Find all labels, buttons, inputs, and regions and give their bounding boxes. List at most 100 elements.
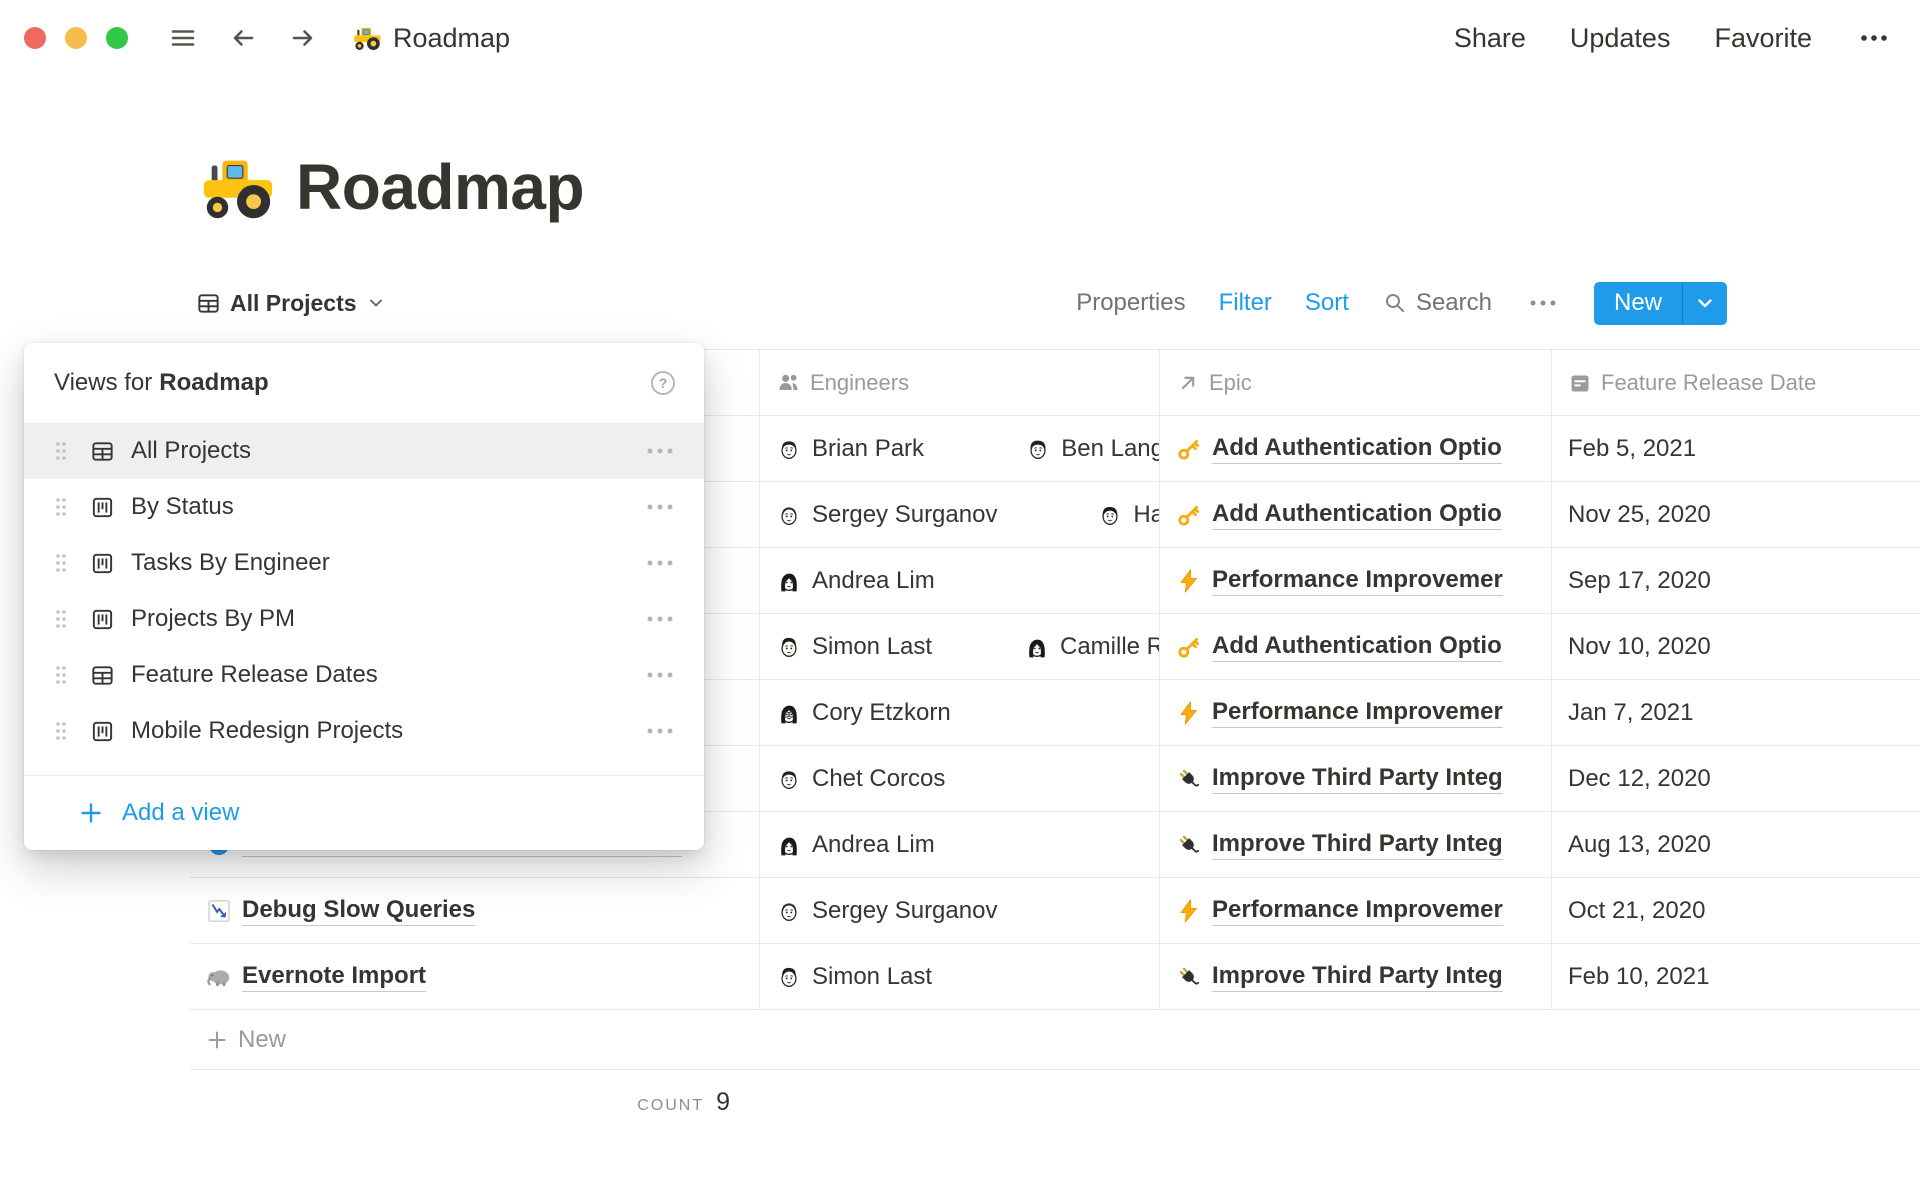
back-icon[interactable]: [228, 23, 258, 53]
view-item-mobile-redesign-projects[interactable]: Mobile Redesign Projects: [24, 703, 704, 759]
minimize-window-button[interactable]: [65, 27, 87, 49]
page-tractor-icon[interactable]: [198, 148, 276, 226]
view-item-more-icon[interactable]: [642, 719, 678, 743]
drag-handle-icon[interactable]: [54, 440, 68, 462]
filter-button[interactable]: Filter: [1219, 289, 1272, 317]
page-link[interactable]: Evernote Import: [242, 962, 426, 992]
topbar-doc-breadcrumb[interactable]: Roadmap: [352, 23, 510, 54]
date-cell[interactable]: Aug 13, 2020: [1552, 812, 1920, 878]
epic-icon: [1176, 898, 1202, 924]
view-item-feature-release-dates[interactable]: Feature Release Dates: [24, 647, 704, 703]
search-label: Search: [1416, 289, 1492, 317]
date-cell[interactable]: Sep 17, 2020: [1552, 548, 1920, 614]
view-item-more-icon[interactable]: [642, 495, 678, 519]
epic-link[interactable]: Add Authentication Optio: [1212, 500, 1502, 530]
new-button[interactable]: New: [1594, 282, 1682, 325]
chevron-down-icon: [366, 293, 386, 313]
epic-cell[interactable]: Performance Improvemer: [1160, 878, 1552, 944]
page-title[interactable]: Roadmap: [296, 150, 584, 224]
epic-link[interactable]: Improve Third Party Integ: [1212, 764, 1503, 794]
epic-cell[interactable]: Improve Third Party Integ: [1160, 746, 1552, 812]
view-item-more-icon[interactable]: [642, 663, 678, 687]
toolbar-more-icon[interactable]: [1525, 291, 1561, 315]
date-value: Nov 25, 2020: [1568, 501, 1711, 529]
engineers-cell[interactable]: Simon Last Camille R: [760, 614, 1160, 680]
drag-handle-icon[interactable]: [54, 496, 68, 518]
engineers-cell[interactable]: Brian Park Ben Lang: [760, 416, 1160, 482]
date-cell[interactable]: Nov 25, 2020: [1552, 482, 1920, 548]
epic-cell[interactable]: Improve Third Party Integ: [1160, 944, 1552, 1010]
drag-handle-icon[interactable]: [54, 552, 68, 574]
drag-handle-icon[interactable]: [54, 664, 68, 686]
add-row-button[interactable]: New: [190, 1010, 1920, 1070]
epic-link[interactable]: Performance Improvemer: [1212, 698, 1503, 728]
epic-link[interactable]: Improve Third Party Integ: [1212, 830, 1503, 860]
epic-link[interactable]: Add Authentication Optio: [1212, 632, 1502, 662]
new-button-chevron[interactable]: [1683, 282, 1727, 325]
date-cell[interactable]: Feb 5, 2021: [1552, 416, 1920, 482]
properties-button[interactable]: Properties: [1076, 289, 1185, 317]
add-view-button[interactable]: Add a view: [24, 776, 704, 850]
drag-handle-icon[interactable]: [54, 720, 68, 742]
drag-handle-icon[interactable]: [54, 608, 68, 630]
page-link[interactable]: Debug Slow Queries: [242, 896, 475, 926]
view-selector-label: All Projects: [230, 290, 357, 317]
share-button[interactable]: Share: [1454, 23, 1526, 54]
engineer: Sergey Surganov: [776, 897, 997, 925]
name-cell[interactable]: Evernote Import: [190, 944, 760, 1010]
date-cell[interactable]: Feb 10, 2021: [1552, 944, 1920, 1010]
engineers-cell[interactable]: Chet Corcos: [760, 746, 1160, 812]
epic-link[interactable]: Performance Improvemer: [1212, 896, 1503, 926]
epic-cell[interactable]: Add Authentication Optio: [1160, 614, 1552, 680]
engineer: Ha: [1097, 501, 1160, 529]
view-item-tasks-by-engineer[interactable]: Tasks By Engineer: [24, 535, 704, 591]
date-cell[interactable]: Nov 10, 2020: [1552, 614, 1920, 680]
calendar-icon: [1568, 371, 1592, 395]
date-cell[interactable]: Dec 12, 2020: [1552, 746, 1920, 812]
search-button[interactable]: Search: [1382, 289, 1492, 317]
window-more-icon[interactable]: [1856, 26, 1892, 50]
view-item-more-icon[interactable]: [642, 551, 678, 575]
engineers-cell[interactable]: Andrea Lim: [760, 812, 1160, 878]
engineers-cell[interactable]: Andrea Lim: [760, 548, 1160, 614]
chevron-down-icon: [1694, 292, 1716, 314]
column-header-epic[interactable]: Epic: [1160, 350, 1552, 416]
view-item-all-projects[interactable]: All Projects: [24, 423, 704, 479]
count-footer[interactable]: COUNT 9: [190, 1088, 730, 1117]
engineers-cell[interactable]: Simon Last: [760, 944, 1160, 1010]
epic-icon: [1176, 634, 1202, 660]
date-cell[interactable]: Oct 21, 2020: [1552, 878, 1920, 944]
people-icon: [776, 370, 801, 395]
engineers-cell[interactable]: Cory Etzkorn: [760, 680, 1160, 746]
column-header-date[interactable]: Feature Release Date: [1552, 350, 1920, 416]
sort-button[interactable]: Sort: [1305, 289, 1349, 317]
view-item-projects-by-pm[interactable]: Projects By PM: [24, 591, 704, 647]
view-item-more-icon[interactable]: [642, 607, 678, 631]
engineers-cell[interactable]: Sergey Surganov: [760, 878, 1160, 944]
sidebar-toggle-icon[interactable]: [168, 23, 198, 53]
epic-cell[interactable]: Performance Improvemer: [1160, 680, 1552, 746]
help-icon[interactable]: ?: [648, 368, 678, 398]
view-item-more-icon[interactable]: [642, 439, 678, 463]
arrow-up-right-icon: [1176, 371, 1200, 395]
epic-cell[interactable]: Add Authentication Optio: [1160, 482, 1552, 548]
engineer-name: Sergey Surganov: [812, 897, 997, 925]
close-window-button[interactable]: [24, 27, 46, 49]
date-cell[interactable]: Jan 7, 2021: [1552, 680, 1920, 746]
epic-link[interactable]: Improve Third Party Integ: [1212, 962, 1503, 992]
view-item-by-status[interactable]: By Status: [24, 479, 704, 535]
epic-link[interactable]: Performance Improvemer: [1212, 566, 1503, 596]
engineer: Andrea Lim: [776, 567, 935, 595]
favorite-button[interactable]: Favorite: [1714, 23, 1812, 54]
zoom-window-button[interactable]: [106, 27, 128, 49]
engineers-cell[interactable]: Sergey Surganov Ha: [760, 482, 1160, 548]
name-cell[interactable]: Debug Slow Queries: [190, 878, 760, 944]
updates-button[interactable]: Updates: [1570, 23, 1671, 54]
epic-cell[interactable]: Performance Improvemer: [1160, 548, 1552, 614]
epic-cell[interactable]: Improve Third Party Integ: [1160, 812, 1552, 878]
view-selector[interactable]: All Projects: [196, 290, 386, 317]
column-header-engineers[interactable]: Engineers: [760, 350, 1160, 416]
epic-link[interactable]: Add Authentication Optio: [1212, 434, 1502, 464]
forward-icon[interactable]: [288, 23, 318, 53]
epic-cell[interactable]: Add Authentication Optio: [1160, 416, 1552, 482]
